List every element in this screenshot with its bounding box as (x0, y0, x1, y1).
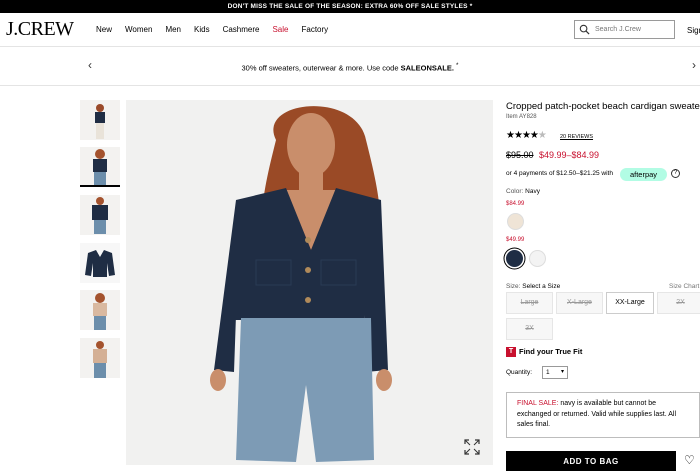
swatch-group-price: $49.99 (506, 237, 525, 243)
star-icon: ★ (513, 130, 523, 141)
search-input[interactable]: Search J.Crew (574, 20, 675, 39)
promo-bar: ‹ 30% off sweaters, outerwear & more. Us… (0, 48, 700, 86)
product-flat-image (80, 243, 120, 283)
true-fit-icon: T (506, 347, 516, 358)
final-sale-notice: FINAL SALE: navy is available but cannot… (506, 392, 700, 438)
quantity-select[interactable]: 1 ▾ (542, 366, 568, 379)
afterpay-logo: afterpay (629, 170, 658, 179)
model-image (80, 147, 120, 185)
size-value: Select a Size (522, 283, 561, 290)
product-thumbnail-6[interactable] (80, 338, 120, 378)
nav-item-new[interactable]: New (96, 25, 112, 34)
item-number: Item AY828 (506, 114, 537, 120)
asterisk-icon: * (469, 3, 473, 10)
color-label-text: Color: (506, 188, 524, 195)
promo-code: SALEONSALE. (400, 63, 454, 73)
model-image (80, 290, 120, 330)
swatch-group-price: $84.99 (506, 201, 525, 207)
product-thumbnail-2[interactable] (80, 147, 120, 187)
product-thumbnail-1[interactable] (80, 100, 120, 140)
size-chart-link[interactable]: Size Chart (669, 283, 699, 290)
help-icon[interactable]: ? (671, 169, 680, 178)
rating-stars[interactable]: ★★★★★ (506, 130, 547, 141)
star-empty-icon: ★ (537, 130, 547, 141)
nav-item-women[interactable]: Women (125, 25, 152, 34)
nav-item-kids[interactable]: Kids (194, 25, 210, 34)
search-placeholder: Search J.Crew (595, 26, 641, 33)
site-header: J.CREW New Women Men Kids Cashmere Sale … (0, 13, 700, 47)
size-label: Size: Select a Size (506, 283, 560, 290)
top-banner-text: DON'T MISS THE SALE OF THE SEASON: EXTRA… (227, 3, 468, 10)
afterpay-badge[interactable]: afterpay (620, 168, 667, 181)
size-option-large[interactable]: Large (506, 292, 553, 314)
color-swatch-white[interactable] (529, 250, 546, 267)
final-sale-label: FINAL SALE: (517, 400, 559, 407)
main-nav: New Women Men Kids Cashmere Sale Factory (96, 25, 341, 34)
color-swatch-beige[interactable] (507, 213, 524, 230)
size-label-text: Size: (506, 283, 521, 290)
model-image (80, 100, 120, 140)
nav-item-cashmere[interactable]: Cashmere (223, 25, 260, 34)
model-image (126, 100, 493, 465)
color-swatch-navy[interactable] (506, 250, 523, 267)
true-fit-link[interactable]: T Find your True Fit (506, 347, 583, 358)
sign-in-link[interactable]: Sign (687, 26, 700, 35)
product-thumbnail-4[interactable] (80, 243, 120, 283)
size-option-xx-large[interactable]: XX-Large (606, 292, 654, 314)
size-option-x-large[interactable]: X-Large (556, 292, 603, 314)
star-icon: ★ (506, 130, 515, 141)
color-value: Navy (525, 188, 540, 195)
product-thumbnail-3[interactable] (80, 195, 120, 235)
original-price: $95.00 (506, 150, 534, 160)
add-to-bag-button[interactable]: ADD TO BAG (506, 451, 676, 471)
expand-icon[interactable] (462, 437, 482, 457)
model-image (80, 338, 120, 378)
search-icon (579, 24, 590, 35)
reviews-link[interactable]: 20 REVIEWS (560, 134, 593, 140)
nav-item-sale[interactable]: Sale (272, 25, 288, 34)
star-icon: ★ (529, 130, 539, 141)
product-title: Cropped patch-pocket beach cardigan swea… (506, 101, 700, 112)
jcrew-logo[interactable]: J.CREW (6, 18, 74, 41)
size-option-2x[interactable]: 2X (657, 292, 700, 314)
chevron-down-icon: ▾ (560, 369, 564, 375)
promo-asterisk: * (456, 62, 459, 69)
true-fit-text: Find your True Fit (519, 347, 583, 356)
main-product-image[interactable] (126, 100, 493, 465)
promo-message[interactable]: 30% off sweaters, outerwear & more. Use … (0, 62, 700, 73)
nav-item-men[interactable]: Men (165, 25, 181, 34)
chevron-right-icon[interactable]: › (692, 58, 696, 72)
size-option-3x[interactable]: 3X (506, 318, 553, 340)
star-icon: ★ (521, 130, 531, 141)
quantity-value: 1 (546, 369, 550, 376)
afterpay-text: or 4 payments of $12.50–$21.25 with (506, 170, 613, 177)
quantity-label: Quantity: (506, 369, 533, 376)
promo-text: 30% off sweaters, outerwear & more. Use … (241, 63, 401, 73)
sale-price: $49.99–$84.99 (539, 150, 600, 160)
model-image (80, 195, 120, 235)
top-banner[interactable]: DON'T MISS THE SALE OF THE SEASON: EXTRA… (0, 0, 700, 13)
nav-item-factory[interactable]: Factory (301, 25, 328, 34)
product-thumbnail-5[interactable] (80, 290, 120, 330)
color-label: Color: Navy (506, 188, 540, 195)
